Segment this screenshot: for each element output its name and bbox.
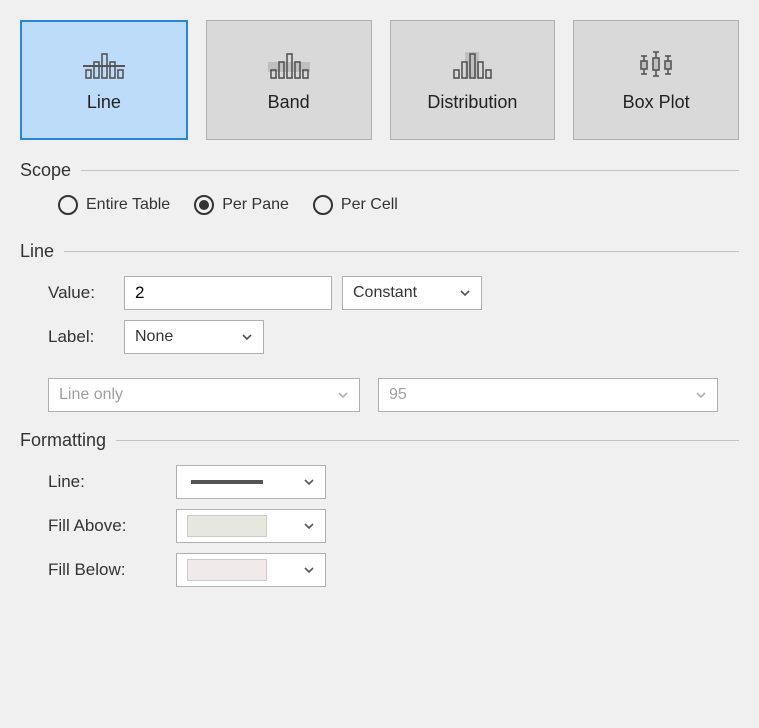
divider: [64, 251, 739, 252]
fill-mode-text: Line only: [59, 386, 123, 404]
scope-per-cell-radio[interactable]: Per Cell: [313, 195, 398, 215]
value-type-text: Constant: [353, 284, 417, 302]
band-reference-icon: [268, 48, 310, 82]
value-label: Value:: [48, 283, 114, 303]
divider: [81, 170, 739, 171]
line-section-title: Line: [20, 241, 54, 262]
tab-band-label: Band: [268, 92, 310, 113]
label-label: Label:: [48, 327, 114, 347]
tab-boxplot[interactable]: Box Plot: [573, 20, 739, 140]
tab-boxplot-label: Box Plot: [623, 92, 690, 113]
boxplot-reference-icon: [635, 48, 677, 82]
confidence-select: 95: [378, 378, 718, 412]
radio-label: Per Pane: [222, 196, 289, 214]
confidence-text: 95: [389, 386, 407, 404]
scope-radio-group: Entire Table Per Pane Per Cell: [20, 195, 739, 215]
value-input[interactable]: [124, 276, 332, 310]
tab-line-label: Line: [87, 92, 121, 113]
line-style-select[interactable]: [176, 465, 326, 499]
fill-below-label: Fill Below:: [48, 560, 166, 580]
radio-icon: [194, 195, 214, 215]
fill-below-select[interactable]: [176, 553, 326, 587]
distribution-reference-icon: [451, 48, 493, 82]
fill-mode-select: Line only: [48, 378, 360, 412]
line-style-swatch: [187, 480, 267, 484]
label-select-text: None: [135, 328, 173, 346]
fill-above-select[interactable]: [176, 509, 326, 543]
label-select[interactable]: None: [124, 320, 264, 354]
reference-type-tabs: Line Band Distribution: [20, 20, 739, 140]
line-reference-icon: [83, 48, 125, 82]
value-type-select[interactable]: Constant: [342, 276, 482, 310]
chevron-down-icon: [695, 389, 707, 401]
chevron-down-icon: [337, 389, 349, 401]
fill-below-swatch: [187, 559, 267, 581]
scope-entire-table-radio[interactable]: Entire Table: [58, 195, 170, 215]
tab-distribution-label: Distribution: [427, 92, 517, 113]
chevron-down-icon: [241, 331, 253, 343]
radio-icon: [58, 195, 78, 215]
chevron-down-icon: [303, 564, 315, 576]
chevron-down-icon: [303, 520, 315, 532]
tab-distribution[interactable]: Distribution: [390, 20, 556, 140]
fill-above-label: Fill Above:: [48, 516, 166, 536]
chevron-down-icon: [459, 287, 471, 299]
tab-band[interactable]: Band: [206, 20, 372, 140]
chevron-down-icon: [303, 476, 315, 488]
tab-line[interactable]: Line: [20, 20, 188, 140]
scope-per-pane-radio[interactable]: Per Pane: [194, 195, 289, 215]
radio-icon: [313, 195, 333, 215]
divider: [116, 440, 739, 441]
formatting-line-label: Line:: [48, 472, 166, 492]
fill-above-swatch: [187, 515, 267, 537]
radio-label: Per Cell: [341, 196, 398, 214]
formatting-section-title: Formatting: [20, 430, 106, 451]
scope-section-title: Scope: [20, 160, 71, 181]
radio-label: Entire Table: [86, 196, 170, 214]
